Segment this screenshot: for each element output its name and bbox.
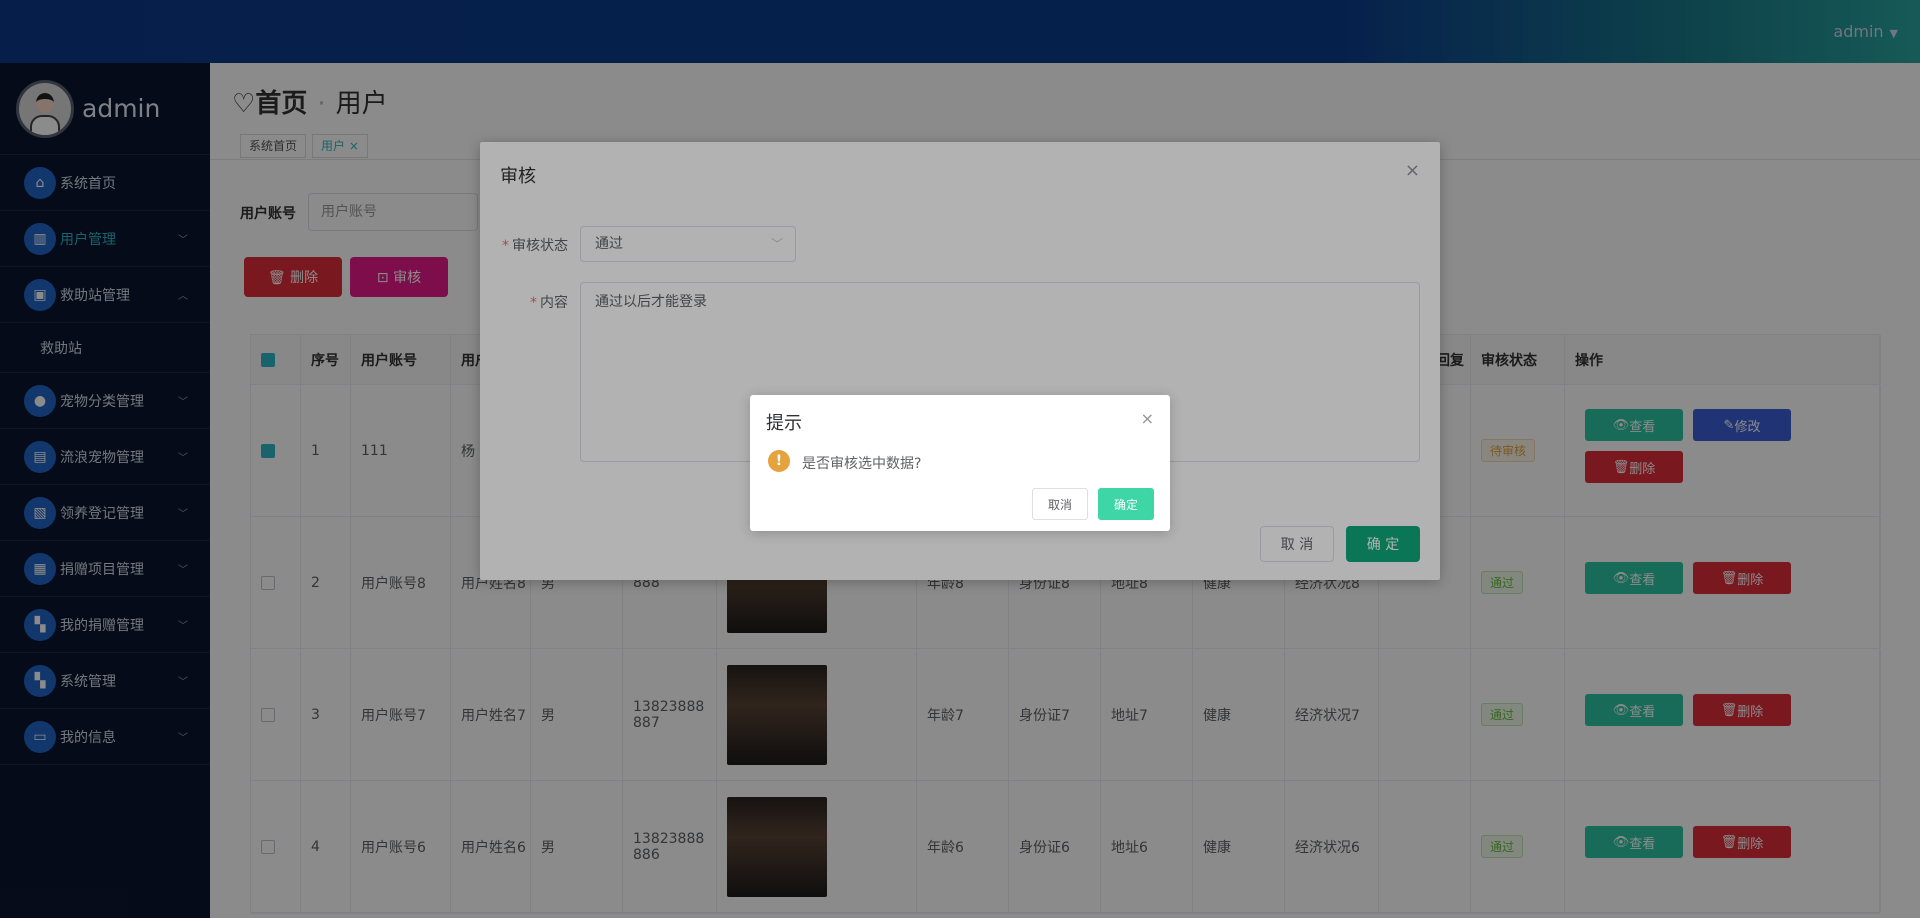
msgbox-confirm-button[interactable]: 确定 xyxy=(1098,488,1154,520)
msgbox-cancel-button[interactable]: 取消 xyxy=(1032,488,1088,520)
msgbox-message: 是否审核选中数据? xyxy=(802,456,922,472)
confirm-messagebox: 提示 × ! 是否审核选中数据? 取消 确定 xyxy=(750,395,1170,531)
close-icon[interactable]: × xyxy=(1141,409,1154,428)
warning-icon: ! xyxy=(768,450,790,472)
msgbox-title: 提示 xyxy=(766,413,802,434)
